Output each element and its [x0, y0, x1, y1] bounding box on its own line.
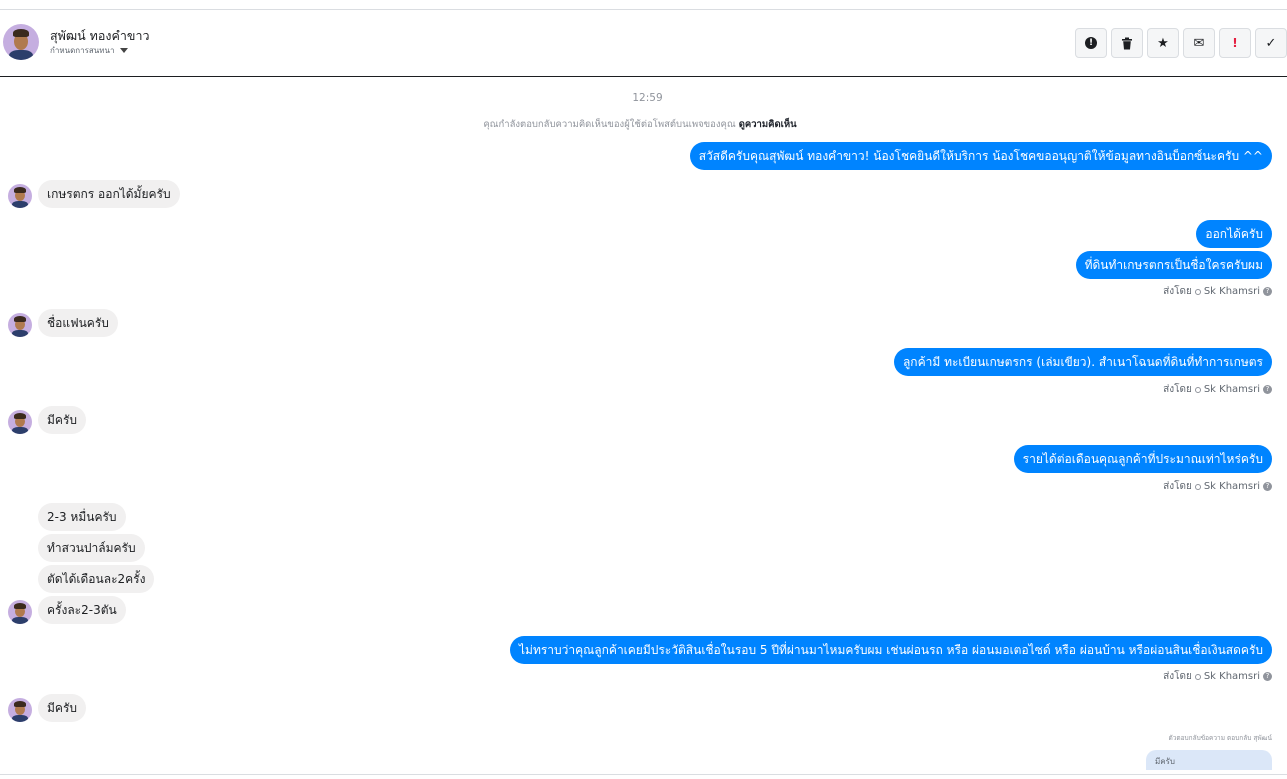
info-icon: ! [1085, 37, 1097, 49]
contact-avatar-small[interactable] [8, 313, 32, 337]
check-icon: ✓ [1265, 35, 1277, 51]
contact-avatar-small[interactable] [8, 410, 32, 434]
page-dot-icon [1194, 386, 1201, 393]
sent-by-label: ส่งโดย [1163, 286, 1192, 297]
outgoing-message[interactable]: รายได้ต่อเดือนคุณลูกค้าที่ประมาณเท่าไหร่… [1013, 445, 1272, 473]
trash-icon [1122, 37, 1132, 49]
sent-by-label: ส่งโดย [1163, 384, 1192, 395]
incoming-message[interactable]: ทำสวนปาล์มครับ [38, 534, 145, 562]
star-icon: ★ [1157, 35, 1169, 51]
page-dot-icon [1194, 483, 1201, 490]
mail-icon: ✉ [1193, 35, 1205, 51]
incoming-message[interactable]: มีครับ [38, 406, 86, 434]
sender-name[interactable]: Sk Khamsri [1204, 671, 1260, 682]
done-button[interactable]: ✓ [1255, 28, 1287, 58]
reply-preview-bubble[interactable]: มีครับ [1146, 750, 1272, 770]
mail-button[interactable]: ✉ [1183, 28, 1215, 58]
comment-reply-text: คุณกำลังตอบกลับความคิดเห็นของผู้ใช้ต่อโพ… [483, 119, 736, 130]
header-toolbar: ! ★ ✉ ! ✓ [1075, 28, 1287, 58]
view-comment-link[interactable]: ดูความคิดเห็น [739, 119, 797, 130]
outgoing-message[interactable]: ลูกค้ามี ทะเบียนเกษตรกร (เล่มเขียว). สำเ… [893, 348, 1272, 376]
caret-down-icon [119, 48, 128, 53]
conversation-settings-label: กำหนดการสนทนา [50, 46, 115, 55]
contact-name[interactable]: สุพัฒน์ ทองคำขาว [50, 26, 150, 46]
outgoing-message[interactable]: สวัสดีครับคุณสุพัฒน์ ทองคำขาว! น้องโชคยิ… [689, 142, 1272, 170]
delete-button[interactable] [1111, 28, 1143, 58]
composer-divider [0, 774, 1287, 775]
star-button[interactable]: ★ [1147, 28, 1179, 58]
page-dot-icon [1194, 673, 1201, 680]
sent-by-info: ส่งโดย Sk Khamsri ? [1163, 479, 1272, 494]
sent-by-info: ส่งโดย Sk Khamsri ? [1163, 284, 1272, 299]
exclamation-icon: ! [1232, 36, 1238, 50]
help-icon[interactable]: ? [1263, 287, 1272, 296]
contact-avatar-small[interactable] [8, 698, 32, 722]
outgoing-message[interactable]: ที่ดินทำเกษรตกรเป็นชื่อใครครับผม [1075, 251, 1272, 279]
incoming-message[interactable]: ครั้งละ2-3ตัน [38, 596, 126, 624]
help-icon[interactable]: ? [1263, 385, 1272, 394]
sent-by-label: ส่งโดย [1163, 481, 1192, 492]
incoming-message[interactable]: มีครับ [38, 694, 86, 722]
help-icon[interactable]: ? [1263, 482, 1272, 491]
contact-avatar-small[interactable] [8, 600, 32, 624]
contact-avatar[interactable] [3, 24, 39, 60]
sender-name[interactable]: Sk Khamsri [1204, 481, 1260, 492]
incoming-message[interactable]: 2-3 หมื่นครับ [38, 503, 126, 531]
page-dot-icon [1194, 288, 1201, 295]
reply-context-label: ตัวตอบกลับข้อความ ตอบกลับ สุพัฒน์ [1168, 734, 1272, 742]
outgoing-message[interactable]: ไม่ทราบว่าคุณลูกค้าเคยมีประวัติสินเชื่อใ… [510, 636, 1272, 664]
incoming-message[interactable]: ชื่อแฟนครับ [38, 309, 118, 337]
info-button[interactable]: ! [1075, 28, 1107, 58]
sent-by-label: ส่งโดย [1163, 671, 1192, 682]
sent-by-info: ส่งโดย Sk Khamsri ? [1163, 669, 1272, 684]
conversation-settings-dropdown[interactable]: กำหนดการสนทนา [50, 44, 128, 57]
help-icon[interactable]: ? [1263, 672, 1272, 681]
outgoing-message[interactable]: ออกได้ครับ [1196, 220, 1272, 248]
sender-name[interactable]: Sk Khamsri [1204, 384, 1260, 395]
sent-by-info: ส่งโดย Sk Khamsri ? [1163, 382, 1272, 397]
spam-button[interactable]: ! [1219, 28, 1251, 58]
message-timestamp: 12:59 [632, 92, 663, 104]
sender-name[interactable]: Sk Khamsri [1204, 286, 1260, 297]
incoming-message[interactable]: เกษรตกร ออกได้มั้ยครับ [38, 180, 180, 208]
conversation-header: สุพัฒน์ ทองคำขาว กำหนดการสนทนา ! ★ ✉ ! ✓ [0, 10, 1287, 77]
incoming-message[interactable]: ตัดได้เดือนละ2ครั้ง [38, 565, 155, 593]
contact-avatar-small[interactable] [8, 184, 32, 208]
comment-reply-notice: คุณกำลังตอบกลับความคิดเห็นของผู้ใช้ต่อโพ… [0, 117, 1280, 132]
